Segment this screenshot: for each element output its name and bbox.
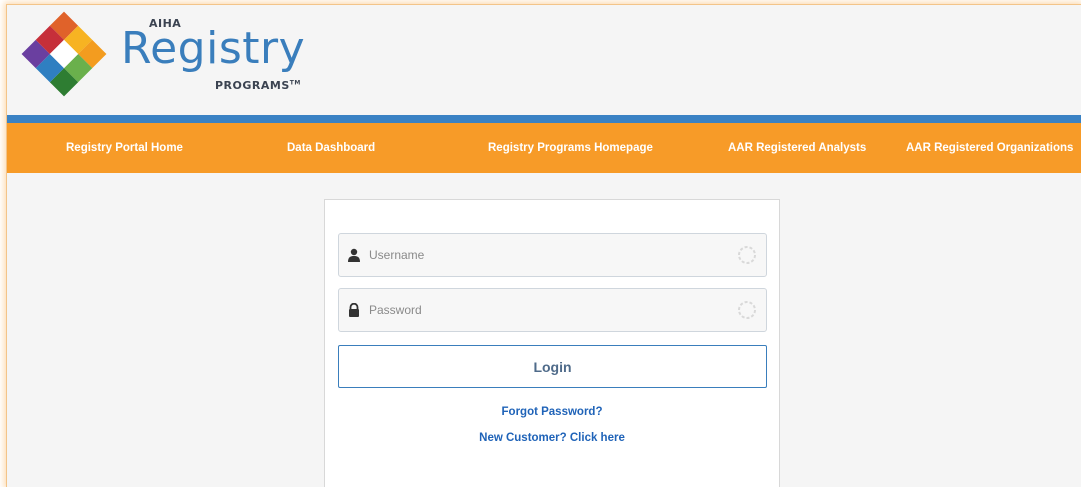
site-header: AIHA Registry PROGRAMSTM	[7, 5, 1081, 115]
logo-programs-text: PROGRAMSTM	[215, 79, 301, 92]
diamond-logo-icon	[21, 11, 107, 97]
nav-aar-registered-organizations[interactable]: AAR Registered Organizations	[906, 123, 1073, 173]
loading-ring-icon	[738, 246, 756, 264]
login-card: Login Forgot Password? New Customer? Cli…	[324, 199, 780, 487]
user-icon	[348, 248, 360, 262]
nav-registry-programs-homepage[interactable]: Registry Programs Homepage	[488, 123, 653, 173]
page-frame: AIHA Registry PROGRAMSTM Registry Portal…	[6, 4, 1081, 487]
nav-data-dashboard[interactable]: Data Dashboard	[287, 123, 375, 173]
header-accent-bar	[7, 115, 1081, 123]
main-nav: Registry Portal Home Data Dashboard Regi…	[7, 123, 1081, 173]
new-customer-link[interactable]: New Customer? Click here	[325, 432, 779, 444]
forgot-password-link[interactable]: Forgot Password?	[325, 406, 779, 418]
lock-icon	[349, 303, 359, 317]
nav-registry-portal-home[interactable]: Registry Portal Home	[66, 123, 183, 173]
username-input[interactable]	[369, 234, 729, 276]
password-input[interactable]	[369, 289, 729, 331]
username-field[interactable]	[338, 233, 767, 277]
loading-ring-icon	[738, 301, 756, 319]
aiha-registry-logo[interactable]: AIHA Registry PROGRAMSTM	[21, 11, 331, 103]
login-button[interactable]: Login	[338, 345, 767, 388]
password-field[interactable]	[338, 288, 767, 332]
nav-aar-registered-analysts[interactable]: AAR Registered Analysts	[728, 123, 866, 173]
logo-registry-text: Registry	[121, 23, 306, 74]
